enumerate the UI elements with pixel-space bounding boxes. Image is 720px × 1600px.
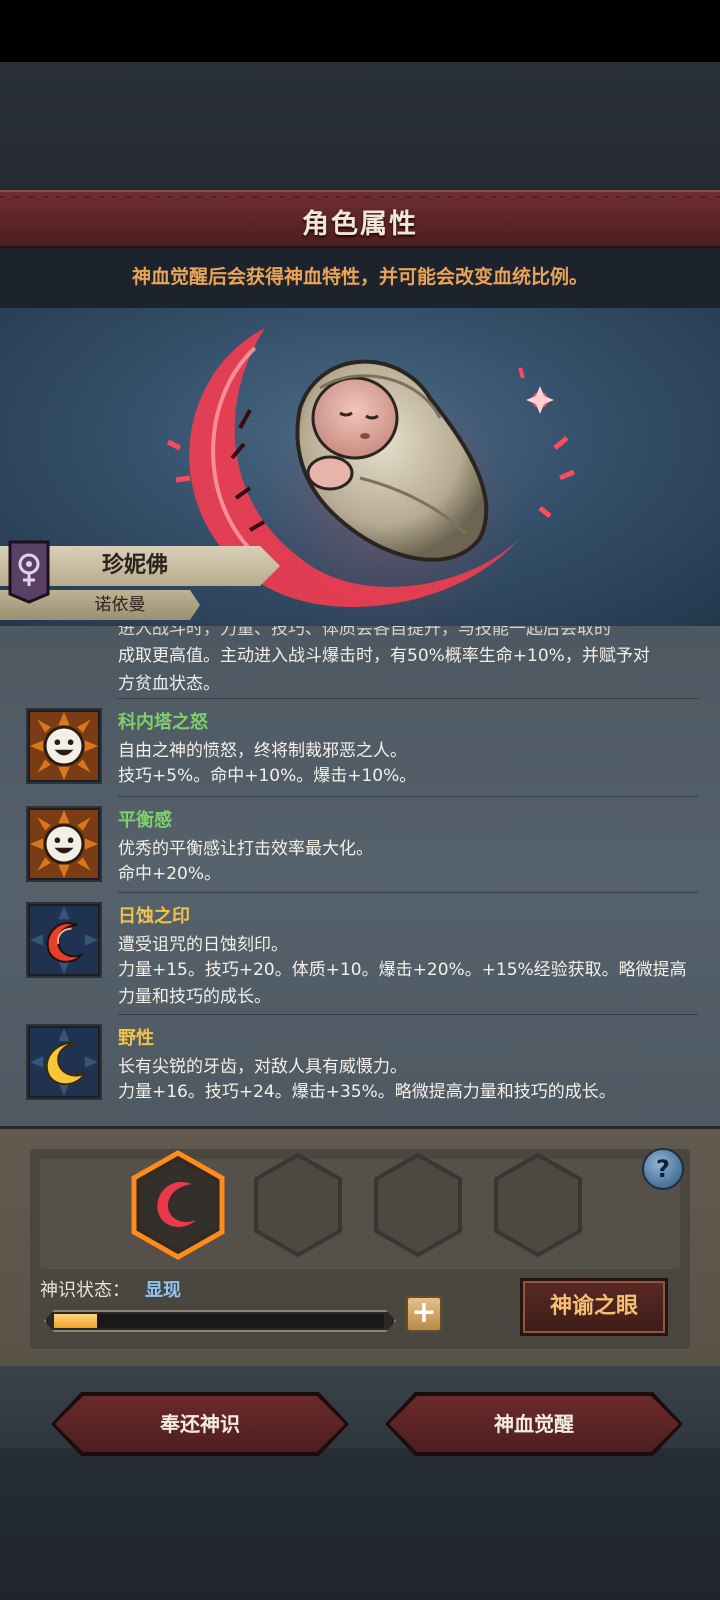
divine-slot-2-empty[interactable] xyxy=(250,1150,346,1260)
divine-status-value: 显现 xyxy=(145,1280,181,1301)
trait-description: 长有尖锐的牙齿，对敌人具有威慑力。 xyxy=(118,1057,407,1077)
traits-list[interactable]: 进入战斗时，力量、技巧、体质会各自提升，与技能一起后会取的 成取更高值。主动进入… xyxy=(0,626,720,1126)
subtitle-bar: 神血觉醒后会获得神血特性，并可能会改变血统比例。 xyxy=(0,248,720,308)
title-bar: 角色属性 xyxy=(0,190,720,248)
add-progress-button[interactable]: + xyxy=(406,1296,442,1332)
trait-name: 日蚀之印 xyxy=(118,906,190,927)
divine-slot-1-active[interactable] xyxy=(130,1150,226,1260)
trait-description-continued: 进入战斗时，力量、技巧、体质会各自提升，与技能一起后会取的 成取更高值。主动进入… xyxy=(118,626,698,698)
divider xyxy=(118,796,698,797)
page-subtitle: 神血觉醒后会获得神血特性，并可能会改变血统比例。 xyxy=(131,266,588,288)
description-line: 方贫血状态。 xyxy=(118,674,220,694)
trait-description: 优秀的平衡感让打击效率最大化。 xyxy=(118,839,373,859)
trait-stats: 力量+15。技巧+20。体质+10。爆击+20%。+15%经验获取。略微提高力量… xyxy=(118,960,687,1007)
footer-backdrop xyxy=(0,1448,720,1600)
oracle-eye-button[interactable]: 神谕之眼 xyxy=(520,1278,668,1336)
divine-status-label: 神识状态： xyxy=(40,1280,130,1301)
trait-description: 遭受诅咒的日蚀刻印。 xyxy=(118,935,288,955)
clipped-description-line: 进入战斗时，力量、技巧、体质会各自提升，与技能一起后会取的 xyxy=(118,626,611,639)
trait-name: 平衡感 xyxy=(118,810,172,831)
faction-emblem-icon xyxy=(8,540,50,604)
return-sense-label[interactable]: 奉还神识 xyxy=(55,1396,345,1452)
help-icon[interactable]: ? xyxy=(642,1148,684,1190)
red-eclipse-icon xyxy=(28,904,100,976)
trait-description: 自由之神的愤怒，终将制裁邪恶之人。 xyxy=(118,741,407,761)
smiling-sun-icon xyxy=(28,710,100,782)
page-title: 角色属性 xyxy=(302,209,418,240)
divine-progress-inner xyxy=(54,1314,384,1328)
trait-stats: 技巧+5%。命中+10%。爆击+10%。 xyxy=(118,766,417,786)
status-bar-area xyxy=(0,0,720,62)
golden-crescent-icon xyxy=(28,1026,100,1098)
blood-awaken-label[interactable]: 神血觉醒 xyxy=(389,1396,679,1452)
divine-progress-fill xyxy=(54,1314,97,1328)
divider xyxy=(118,892,698,893)
divider xyxy=(118,1014,698,1015)
divine-slot-3-empty[interactable] xyxy=(370,1150,466,1260)
divider xyxy=(118,698,698,699)
trait-name: 科内塔之怒 xyxy=(118,712,208,733)
divine-slot-4-empty[interactable] xyxy=(490,1150,586,1260)
trait-name: 野性 xyxy=(118,1028,154,1049)
trait-stats: 力量+16。技巧+24。爆击+35%。略微提高力量和技巧的成长。 xyxy=(118,1082,616,1102)
smiling-sun-icon xyxy=(28,808,100,880)
top-backdrop xyxy=(0,62,720,190)
trait-stats: 命中+20%。 xyxy=(118,864,222,884)
description-line: 成取更高值。主动进入战斗爆击时，有50%概率生命+10%，并赋予对 xyxy=(118,646,650,666)
